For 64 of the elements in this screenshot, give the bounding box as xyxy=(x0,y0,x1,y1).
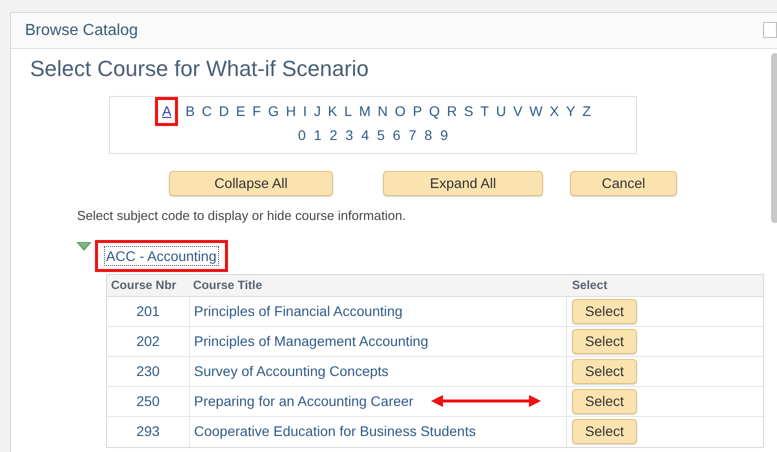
select-button[interactable]: Select xyxy=(572,388,637,414)
instruction-text: Select subject code to display or hide course information. xyxy=(77,207,407,225)
digit-link[interactable]: 9 xyxy=(440,125,448,146)
letter-link[interactable]: Z xyxy=(582,101,591,122)
letter-link[interactable]: A xyxy=(155,97,178,126)
letter-link[interactable]: D xyxy=(218,101,230,122)
digit-link[interactable]: 4 xyxy=(361,125,369,146)
window-title: Browse Catalog xyxy=(25,20,138,40)
letter-link[interactable]: C xyxy=(202,101,212,122)
double-arrow-icon xyxy=(431,394,542,408)
letter-link[interactable]: V xyxy=(513,101,522,122)
course-title-link[interactable]: Preparing for an Accounting Career xyxy=(194,390,414,412)
digit-link[interactable]: 7 xyxy=(408,125,416,146)
digit-link[interactable]: 0 xyxy=(298,125,306,146)
letter-link[interactable]: T xyxy=(480,101,489,122)
letter-link[interactable]: G xyxy=(268,101,279,122)
letter-link[interactable]: X xyxy=(550,101,559,122)
course-title-link[interactable]: Cooperative Education for Business Students xyxy=(194,421,476,442)
letter-link[interactable]: W xyxy=(529,101,543,122)
letter-link[interactable]: N xyxy=(378,101,388,122)
letter-link[interactable]: P xyxy=(412,101,422,122)
table-cell-text: 293 xyxy=(135,422,161,441)
column-header: Course Nbr xyxy=(110,277,178,294)
digit-link[interactable]: 5 xyxy=(377,125,385,146)
letter-link[interactable]: E xyxy=(236,101,246,122)
letter-link[interactable]: I xyxy=(302,101,307,122)
page-heading: Select Course for What-if Scenario xyxy=(30,55,370,83)
letter-link[interactable]: S xyxy=(464,101,474,122)
letter-link[interactable]: B xyxy=(185,101,195,122)
letter-link[interactable]: H xyxy=(286,101,296,122)
select-button[interactable]: Select xyxy=(572,298,637,324)
select-button[interactable]: Select xyxy=(572,358,637,384)
letter-link[interactable]: Q xyxy=(429,101,440,122)
table-cell-text: 202 xyxy=(135,332,161,350)
action-button[interactable]: Expand All xyxy=(383,171,543,196)
select-button[interactable]: Select xyxy=(572,419,637,444)
letter-link[interactable]: K xyxy=(328,101,338,122)
digit-link[interactable]: 8 xyxy=(424,125,432,146)
digit-link[interactable]: 2 xyxy=(330,125,338,146)
letter-link[interactable]: M xyxy=(359,101,371,122)
course-title-link[interactable]: Principles of Management Accounting xyxy=(194,330,428,352)
column-header: Select xyxy=(571,277,608,294)
action-button[interactable]: Cancel xyxy=(570,171,677,196)
select-button[interactable]: Select xyxy=(572,328,637,354)
digit-link[interactable]: 1 xyxy=(314,125,322,146)
subject-link[interactable]: ACC - Accounting xyxy=(104,246,218,266)
table-cell-text: 230 xyxy=(135,362,161,380)
column-header: Course Title xyxy=(192,277,264,294)
course-title-link[interactable]: Survey of Accounting Concepts xyxy=(194,360,389,382)
table-cell-text: 201 xyxy=(135,302,161,320)
scrollbar[interactable] xyxy=(771,53,777,223)
expand-triangle-icon[interactable] xyxy=(77,242,91,250)
letter-link[interactable]: Y xyxy=(566,101,576,122)
letter-link[interactable]: U xyxy=(496,101,506,122)
table-cell-text: 250 xyxy=(135,392,161,410)
letter-link[interactable]: O xyxy=(394,101,406,122)
letter-link[interactable]: F xyxy=(252,101,261,122)
course-title-link[interactable]: Principles of Financial Accounting xyxy=(194,300,403,322)
letter-link[interactable]: L xyxy=(344,101,352,122)
digit-link[interactable]: 3 xyxy=(345,125,354,146)
letter-link[interactable]: R xyxy=(446,101,458,122)
action-button[interactable]: Collapse All xyxy=(169,171,333,196)
letter-link[interactable]: J xyxy=(314,101,321,122)
digit-link[interactable]: 6 xyxy=(392,125,401,146)
